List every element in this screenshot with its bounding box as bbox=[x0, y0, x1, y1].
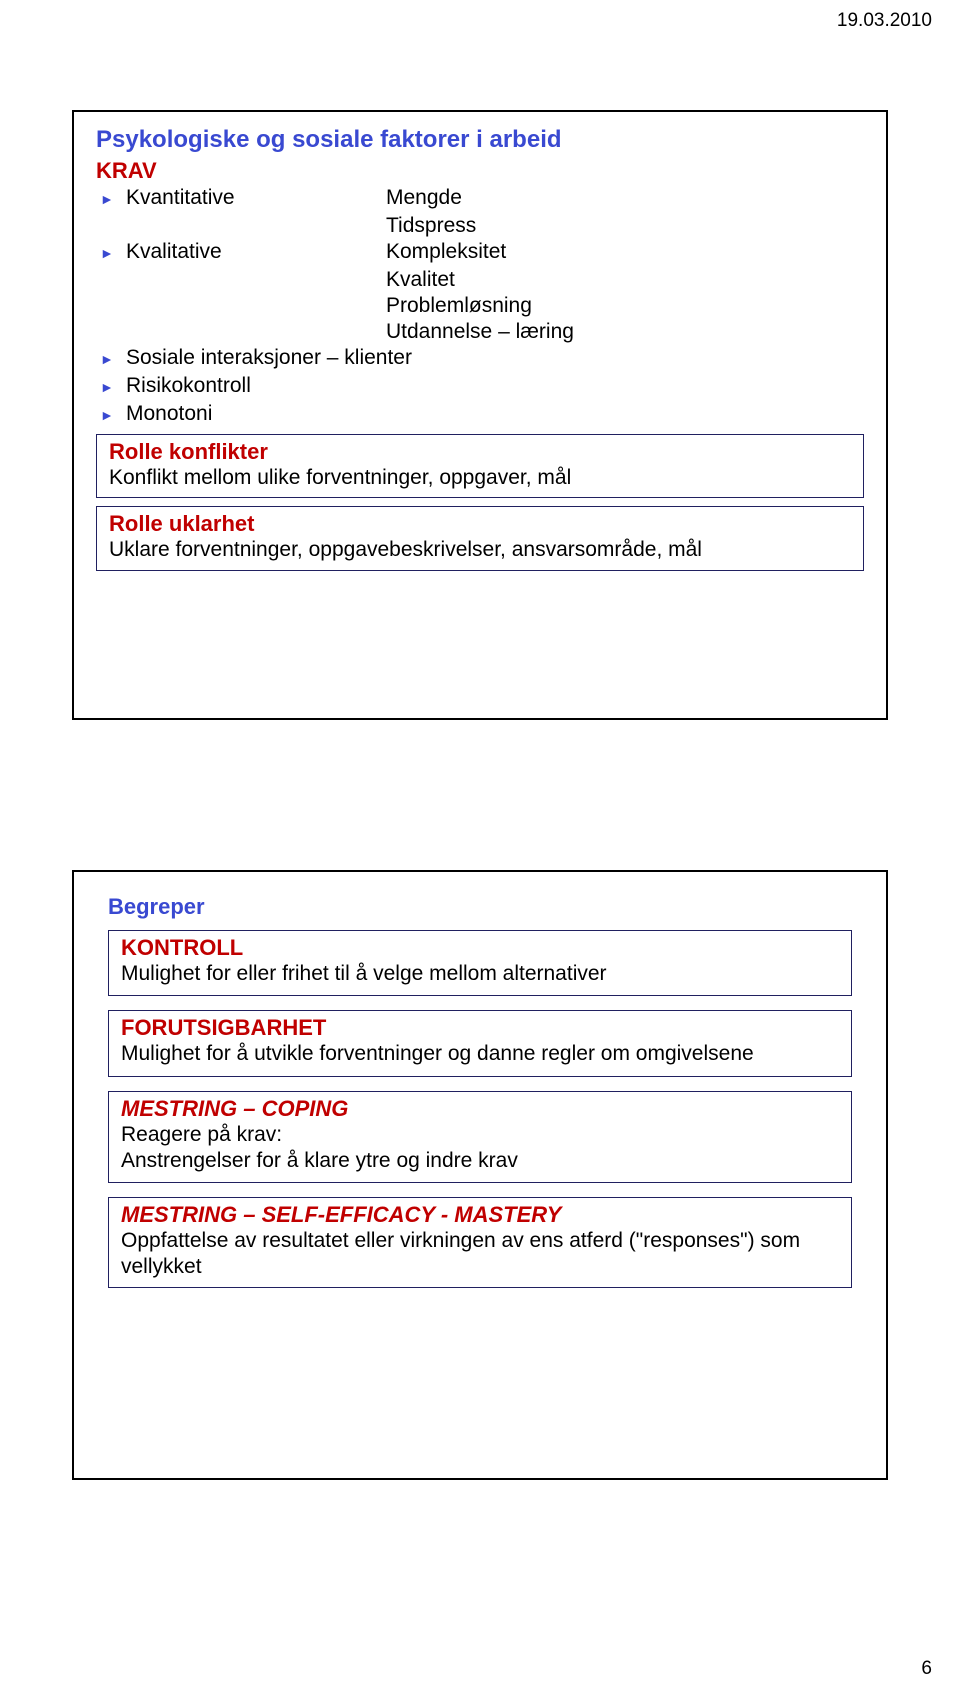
box-text: Reagere på krav: bbox=[121, 1122, 839, 1148]
box-title: Rolle uklarhet bbox=[109, 511, 851, 537]
box-text: Mulighet for eller frihet til å velge me… bbox=[121, 961, 839, 987]
box-forutsigbarhet: FORUTSIGBARHET Mulighet for å utvikle fo… bbox=[108, 1010, 852, 1076]
krav-row-label: Sosiale interaksjoner – klienter bbox=[126, 346, 864, 372]
box-text: Uklare forventninger, oppgavebeskrivelse… bbox=[109, 537, 851, 563]
box-title: Rolle konflikter bbox=[109, 439, 851, 465]
krav-row-value: Problemløsning bbox=[386, 294, 864, 318]
date-label: 19.03.2010 bbox=[837, 10, 932, 32]
bullet-icon: ► bbox=[96, 240, 126, 266]
box-title: MESTRING – SELF-EFFICACY - MASTERY bbox=[121, 1202, 839, 1228]
box-title: MESTRING – COPING bbox=[121, 1096, 839, 1122]
box-title: KONTROLL bbox=[121, 935, 839, 961]
krav-row-value: Utdannelse – læring bbox=[386, 320, 864, 344]
box-rolle-uklarhet: Rolle uklarhet Uklare forventninger, opp… bbox=[96, 506, 864, 570]
krav-row-label: Risikokontroll bbox=[126, 374, 864, 400]
box-kontroll: KONTROLL Mulighet for eller frihet til å… bbox=[108, 930, 852, 996]
box-mestring-self-efficacy: MESTRING – SELF-EFFICACY - MASTERY Oppfa… bbox=[108, 1197, 852, 1288]
box-mestring-coping: MESTRING – COPING Reagere på krav: Anstr… bbox=[108, 1091, 852, 1184]
slide-1: Psykologiske og sosiale faktorer i arbei… bbox=[72, 110, 888, 720]
slide2-title: Begreper bbox=[108, 894, 886, 920]
bullet-icon: ► bbox=[96, 346, 126, 372]
krav-row-value: Kvalitet bbox=[386, 268, 864, 292]
box-title: FORUTSIGBARHET bbox=[121, 1015, 839, 1041]
slide-2: Begreper KONTROLL Mulighet for eller fri… bbox=[72, 870, 888, 1480]
box-text: Anstrengelser for å klare ytre og indre … bbox=[121, 1148, 839, 1174]
krav-row-value: Tidspress bbox=[386, 214, 864, 238]
bullet-icon: ► bbox=[96, 402, 126, 428]
page-number: 6 bbox=[921, 1658, 932, 1680]
krav-table: ► Kvantitative Mengde Tidspress ► Kvalit… bbox=[96, 186, 864, 428]
box-text: Oppfattelse av resultatet eller virkning… bbox=[121, 1228, 839, 1281]
krav-row-label: Monotoni bbox=[126, 402, 864, 428]
krav-group: KRAV ► Kvantitative Mengde Tidspress ► K… bbox=[96, 158, 864, 428]
krav-heading: KRAV bbox=[96, 158, 864, 184]
krav-row-value: Kompleksitet bbox=[386, 240, 864, 266]
krav-row-label: Kvalitative bbox=[126, 240, 386, 266]
bullet-icon: ► bbox=[96, 374, 126, 400]
box-rolle-konflikter: Rolle konflikter Konflikt mellom ulike f… bbox=[96, 434, 864, 498]
krav-row-label: Kvantitative bbox=[126, 186, 386, 212]
box-text: Konflikt mellom ulike forventninger, opp… bbox=[109, 465, 851, 491]
box-text: Mulighet for å utvikle forventninger og … bbox=[121, 1041, 839, 1067]
krav-row-value: Mengde bbox=[386, 186, 864, 212]
bullet-icon: ► bbox=[96, 186, 126, 212]
slide1-title: Psykologiske og sosiale faktorer i arbei… bbox=[96, 126, 886, 154]
